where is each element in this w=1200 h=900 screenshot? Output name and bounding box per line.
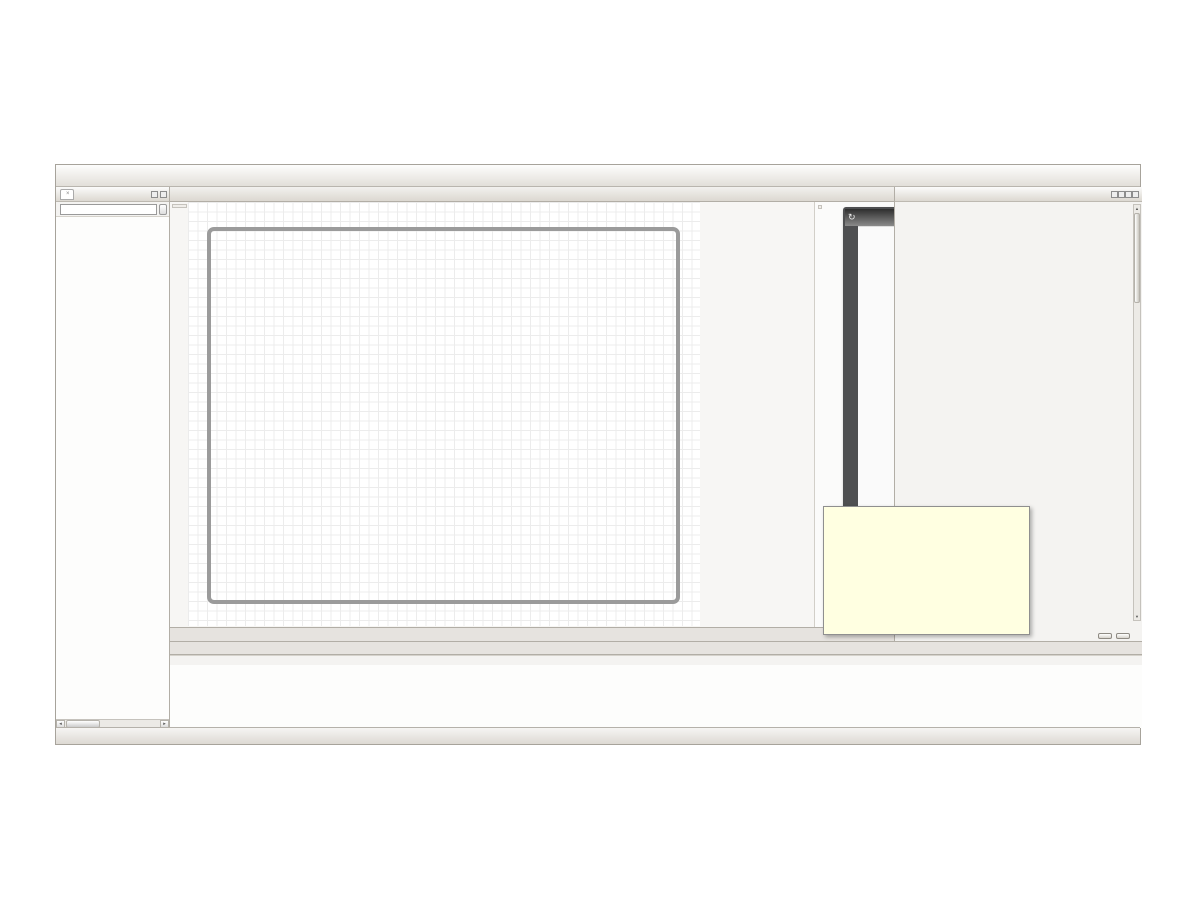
cancel-button[interactable] [1116, 633, 1130, 639]
view-menu-icon[interactable] [1118, 191, 1125, 198]
save-and-close-button[interactable] [1098, 633, 1112, 639]
editor-tabstrip [170, 187, 894, 202]
room-wall [207, 227, 680, 604]
tab-genomes[interactable]: × [60, 189, 74, 200]
floorplan-editor: ↻ – i [170, 202, 894, 627]
clear-button[interactable] [159, 204, 167, 215]
search-input[interactable] [60, 204, 157, 215]
main-toolbar [56, 165, 1140, 187]
rack-toolbar [818, 205, 822, 209]
navigation-header: × [56, 187, 169, 202]
table-note [170, 655, 1142, 665]
work-order-scrollbar[interactable]: ▲ ▼ [1133, 204, 1141, 621]
link-icon[interactable] [1111, 191, 1118, 198]
close-icon[interactable]: × [66, 191, 70, 197]
search-row [56, 202, 169, 217]
navigation-panel: × ◂ ▸ [56, 187, 170, 728]
floorplan-canvas[interactable] [188, 202, 700, 626]
minimize-icon[interactable] [1125, 191, 1132, 198]
app-window: × ◂ ▸ ↻ [55, 164, 1141, 745]
genome-tree [56, 217, 169, 719]
status-bar [56, 727, 1140, 744]
work-order-editor-header [895, 187, 1142, 202]
minimize-icon[interactable] [151, 191, 158, 198]
layer-tabs [170, 627, 894, 641]
rotate-icon[interactable]: ↻ [848, 212, 856, 223]
maximize-icon[interactable] [1132, 191, 1139, 198]
view-tabs [170, 642, 1142, 655]
floorplan-toolbar [172, 204, 187, 208]
maximize-icon[interactable] [160, 191, 167, 198]
equipment-tooltip [823, 506, 1030, 635]
bottom-panel [170, 641, 1142, 728]
